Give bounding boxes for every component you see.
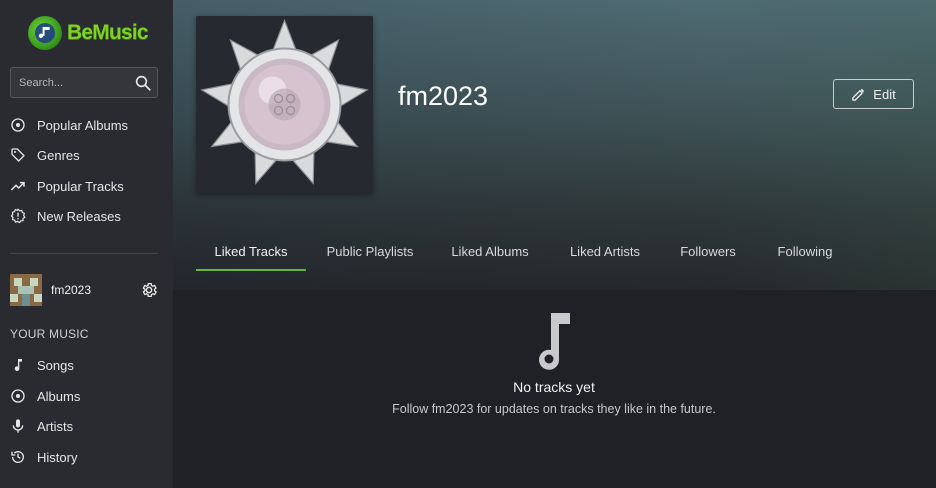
nav-item-label: Albums — [37, 388, 81, 404]
gear-icon[interactable] — [140, 281, 158, 299]
empty-state: No tracks yet Follow fm2023 for updates … — [373, 308, 735, 416]
nav-item-label: Songs — [37, 357, 74, 373]
profile-image — [196, 16, 373, 193]
avatar — [10, 274, 42, 306]
logo-text: BeMusic — [67, 21, 149, 44]
sidebar: BeMusic Popular Albums Genres — [0, 0, 173, 488]
app-root: BeMusic Popular Albums Genres — [0, 0, 936, 488]
tab-label: Liked Tracks — [214, 244, 288, 259]
nav-item-artists[interactable]: Artists — [10, 414, 160, 438]
search-input[interactable] — [11, 68, 129, 97]
nav-item-new-releases[interactable]: New Releases — [10, 204, 160, 228]
tab-label: Followers — [680, 244, 736, 259]
music-note-icon — [529, 308, 579, 370]
nav-item-label: New Releases — [37, 208, 121, 224]
edit-profile-button[interactable]: Edit — [833, 79, 914, 109]
sidebar-divider — [10, 253, 158, 254]
your-music-title: YOUR MUSIC — [10, 327, 89, 341]
nav-item-label: Popular Albums — [37, 117, 129, 133]
tab-liked-tracks[interactable]: Liked Tracks — [196, 236, 306, 272]
nav-item-label: History — [37, 449, 78, 465]
tab-label: Liked Albums — [451, 244, 529, 259]
empty-state-title: No tracks yet — [513, 379, 595, 395]
tab-label: Following — [777, 244, 833, 259]
logo-icon — [28, 16, 62, 50]
search-box — [10, 67, 158, 98]
nav-item-popular-albums[interactable]: Popular Albums — [10, 113, 160, 137]
main-content: fm2023 Edit Liked Tracks Public Playlist… — [173, 0, 936, 488]
new-releases-icon — [10, 208, 26, 224]
logo[interactable]: BeMusic — [28, 15, 149, 51]
search-icon[interactable] — [134, 74, 152, 92]
nav-item-genres[interactable]: Genres — [10, 143, 160, 167]
microphone-icon — [10, 418, 26, 434]
tag-icon — [10, 147, 26, 163]
edit-button-label: Edit — [873, 86, 896, 102]
nav-item-popular-tracks[interactable]: Popular Tracks — [10, 174, 160, 198]
nav-item-albums[interactable]: Albums — [10, 384, 160, 408]
user-name: fm2023 — [51, 283, 92, 297]
user-menu[interactable]: fm2023 — [10, 274, 160, 306]
nav-item-songs[interactable]: Songs — [10, 353, 160, 377]
tab-liked-albums[interactable]: Liked Albums — [437, 236, 543, 272]
tab-public-playlists[interactable]: Public Playlists — [311, 236, 429, 272]
tab-following[interactable]: Following — [760, 236, 850, 272]
profile-tabs: Liked Tracks Public Playlists Liked Albu… — [196, 236, 896, 272]
tab-label: Public Playlists — [326, 244, 414, 259]
nav-item-label: Artists — [37, 418, 74, 434]
nav-item-label: Genres — [37, 147, 80, 163]
empty-state-subtitle: Follow fm2023 for updates on tracks they… — [392, 402, 716, 416]
tab-liked-artists[interactable]: Liked Artists — [552, 236, 658, 272]
tab-followers[interactable]: Followers — [662, 236, 754, 272]
history-icon — [10, 449, 26, 465]
album-icon — [10, 388, 26, 404]
profile-name: fm2023 — [398, 81, 489, 111]
album-icon — [10, 117, 26, 133]
trending-up-icon — [10, 178, 26, 194]
tab-label: Liked Artists — [569, 244, 641, 259]
nav-item-label: Popular Tracks — [37, 178, 124, 194]
active-tab-indicator — [196, 269, 306, 271]
pencil-icon — [852, 88, 865, 101]
nav-item-history[interactable]: History — [10, 445, 160, 469]
music-note-icon — [10, 357, 26, 373]
